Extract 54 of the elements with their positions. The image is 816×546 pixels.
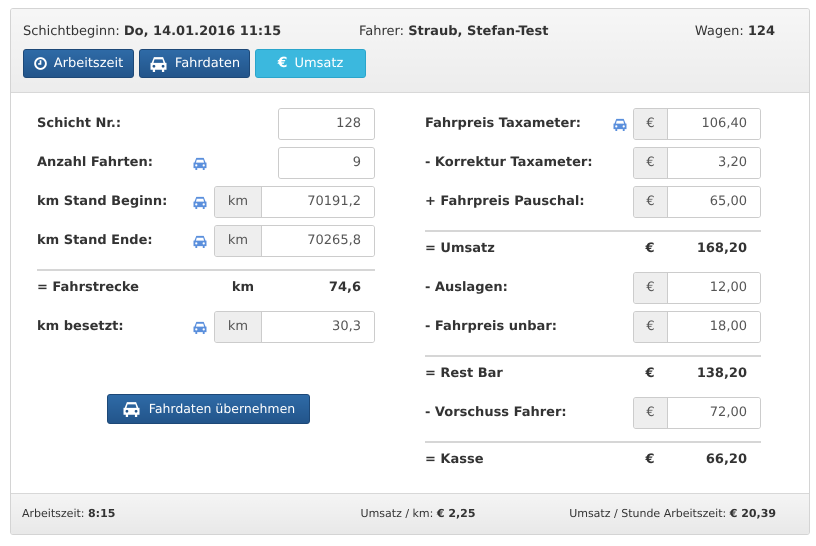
unit-label: km: [230, 279, 256, 298]
total-label: = Rest Bar: [425, 365, 504, 384]
unit-label: €: [644, 240, 656, 258]
field-label: Schicht Nr.:: [37, 115, 122, 134]
input-field[interactable]: € 3,20: [633, 147, 761, 179]
unit-label: €: [644, 365, 656, 384]
total-label: = Fahrstrecke: [37, 279, 140, 298]
shift-start-text: Schichtbeginn: Do, 14.01.2016 11:15: [23, 23, 282, 42]
tab[interactable]: Arbeitszeit: [23, 49, 134, 78]
stat-text: Arbeitszeit: 8:15: [22, 506, 116, 522]
unit-label: km: [215, 226, 262, 256]
field-label: km Stand Beginn:: [37, 193, 168, 212]
input-field[interactable]: € 72,00: [633, 397, 761, 429]
euro-icon: €: [278, 53, 288, 74]
stat-text: Umsatz / Stunde Arbeitszeit: € 20,39: [568, 506, 777, 522]
field-label: + Fahrpreis Pauschal:: [425, 193, 586, 212]
unit-label: €: [634, 273, 668, 303]
unit-label: €: [644, 451, 656, 470]
unit-label: €: [634, 148, 668, 178]
unit-label: km: [215, 312, 262, 342]
unit-label: €: [634, 312, 668, 342]
total-label: = Umsatz: [425, 240, 496, 258]
field-label: Anzahl Fahrten:: [37, 154, 154, 172]
field-label: km Stand Ende:: [37, 232, 154, 250]
car-text: Wagen: 124: [694, 23, 776, 42]
apply-button[interactable]: Fahrdaten übernehmen: [106, 394, 310, 424]
field-label: - Korrektur Taxameter:: [425, 154, 594, 172]
input-field[interactable]: 128: [278, 108, 375, 140]
clock-icon: [34, 57, 47, 70]
field-label: Fahrpreis Taxameter:: [425, 115, 582, 134]
unit-label: €: [634, 398, 668, 428]
field-label: - Vorschuss Fahrer:: [425, 404, 568, 422]
input-field[interactable]: km 30,3: [214, 311, 375, 343]
tab[interactable]: Fahrdaten: [139, 49, 250, 78]
unit-label: km: [215, 187, 262, 217]
field-label: - Fahrpreis unbar:: [425, 318, 558, 336]
total-value: 138,20: [696, 365, 748, 384]
total-label: = Kasse: [425, 451, 485, 470]
input-field[interactable]: € 12,00: [633, 272, 761, 304]
stat-text: Umsatz / km: € 2,25: [360, 506, 476, 522]
total-value: 74,6: [328, 279, 362, 298]
total-value: 168,20: [696, 240, 748, 258]
unit-label: €: [634, 187, 668, 217]
input-field[interactable]: 9: [278, 147, 375, 179]
input-field[interactable]: km 70265,8: [214, 225, 375, 257]
field-label: - Auslagen:: [425, 279, 509, 298]
input-field[interactable]: € 18,00: [633, 311, 761, 343]
total-value: 66,20: [704, 451, 748, 470]
input-field[interactable]: € 65,00: [633, 186, 761, 218]
unit-label: €: [634, 109, 668, 139]
driver-text: Fahrer: Straub, Stefan-Test: [359, 23, 550, 42]
field-label: km besetzt:: [37, 318, 125, 336]
input-field[interactable]: km 70191,2: [214, 186, 375, 218]
input-field[interactable]: € 106,40: [633, 108, 761, 140]
